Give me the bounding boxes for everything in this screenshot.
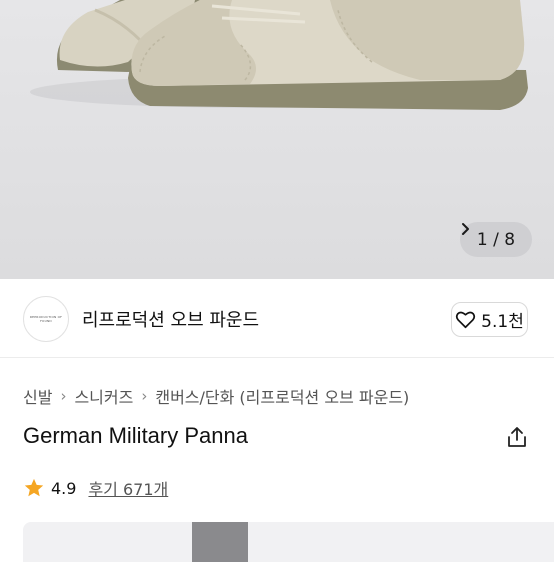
image-page-indicator: 1 / 8 (476, 229, 516, 250)
share-icon[interactable] (505, 425, 529, 449)
rating-row: 4.9 후기 671개 (23, 476, 168, 500)
star-icon (24, 478, 44, 497)
like-count: 5.1천 (481, 312, 524, 332)
like-button[interactable]: 5.1천 (451, 302, 528, 337)
breadcrumb-item-sneakers[interactable]: 스니커즈 (74, 384, 133, 408)
option-bar[interactable] (23, 522, 554, 562)
chevron-right-icon: › (141, 387, 148, 405)
chevron-right-icon: › (60, 387, 67, 405)
product-title: German Military Panna (23, 423, 248, 448)
product-image-gallery[interactable]: 1 / 8 (0, 0, 554, 279)
breadcrumb-item-shoes[interactable]: 신발 (23, 384, 52, 408)
heart-outline-icon (456, 311, 476, 329)
reviews-link[interactable]: 후기 671개 (88, 476, 168, 500)
chevron-right-icon (462, 223, 469, 235)
option-bar-highlight (192, 522, 248, 562)
brand-logo-text: REPRODUCTION OF FOUND (29, 315, 63, 323)
breadcrumb-item-canvas[interactable]: 캔버스/단화 (리프로덕션 오브 파운드) (155, 384, 409, 408)
rating-score: 4.9 (51, 478, 77, 498)
section-divider (0, 357, 554, 358)
brand-logo[interactable]: REPRODUCTION OF FOUND (23, 296, 69, 342)
image-pager[interactable]: 1 / 8 (460, 222, 532, 257)
breadcrumb: 신발 › 스니커즈 › 캔버스/단화 (리프로덕션 오브 파운드) (23, 384, 409, 408)
brand-name[interactable]: 리프로덕션 오브 파운드 (82, 306, 259, 332)
